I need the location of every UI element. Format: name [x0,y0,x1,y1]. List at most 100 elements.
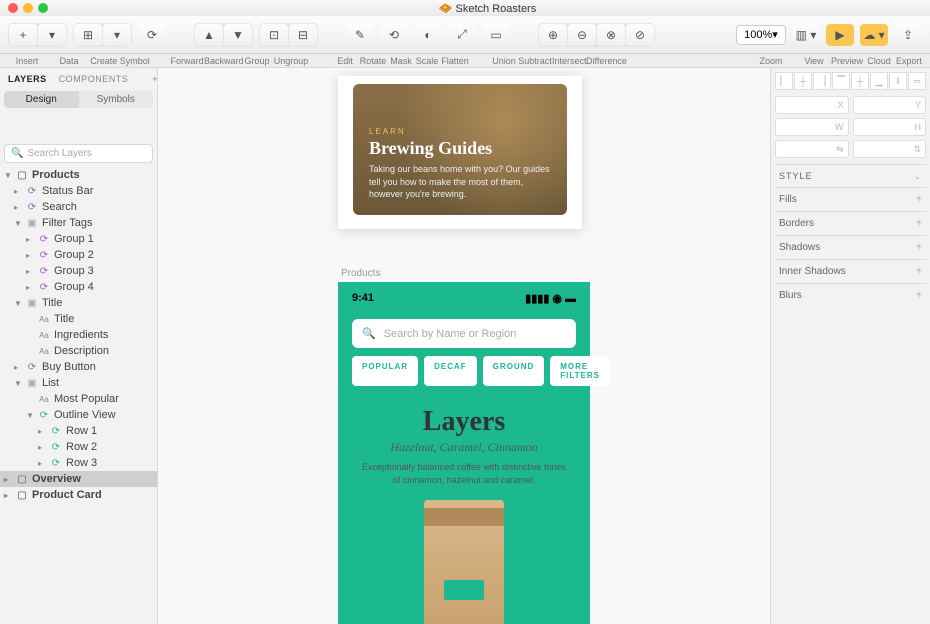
w-field[interactable]: W [775,118,849,136]
add-border-icon[interactable]: + [916,218,922,229]
borders-section[interactable]: Borders+ [775,211,926,235]
scale-button[interactable]: ⤢ [448,24,476,46]
tab-layers[interactable]: LAYERS [8,74,47,84]
tab-components[interactable]: COMPONENTS [59,74,129,84]
mask-button[interactable]: ◐ [414,24,442,46]
search-icon: 🔍 [11,148,23,159]
layer-outline-view[interactable]: ▼⟳Outline View [0,407,157,423]
folder-icon: ▣ [25,377,39,389]
seg-design[interactable]: Design [4,91,79,108]
minimize-window-button[interactable] [23,3,33,13]
align-right-button[interactable]: ▕ [813,72,831,90]
text-icon: Aa [37,313,51,325]
layer-row2[interactable]: ▸⟳Row 2 [0,439,157,455]
align-hcenter-button[interactable]: ┼ [794,72,812,90]
layer-search[interactable]: ▸⟳Search [0,199,157,215]
layer-group3[interactable]: ▸⟳Group 3 [0,263,157,279]
layer-ingredients[interactable]: AaIngredients [0,327,157,343]
layer-overview[interactable]: ▸▢Overview [0,471,157,487]
subtract-button[interactable]: ⊖ [568,24,596,46]
align-left-button[interactable]: ▏ [775,72,793,90]
fills-section[interactable]: Fills+ [775,187,926,211]
insert-dropdown[interactable]: ▾ [38,24,66,46]
symbol-icon: ⟳ [37,281,51,293]
layer-filter-tags[interactable]: ▼▣Filter Tags [0,215,157,231]
data-button[interactable]: ⊞ [74,24,102,46]
intersect-button[interactable]: ⊗ [597,24,625,46]
product-name: Layers [338,406,590,438]
filter-more[interactable]: MORE FILTERS [550,356,610,386]
maximize-window-button[interactable] [38,3,48,13]
preview-button[interactable]: ▶ [826,24,854,46]
flip-h-button[interactable]: ⇋ [775,140,849,158]
ungroup-button[interactable]: ⊟ [289,24,317,46]
layer-description[interactable]: AaDescription [0,343,157,359]
layer-status-bar[interactable]: ▸⟳Status Bar [0,183,157,199]
wifi-icon: ◉ [552,292,562,305]
layer-title-group[interactable]: ▼▣Title [0,295,157,311]
union-button[interactable]: ⊕ [539,24,567,46]
symbol-icon: ⟳ [37,409,51,421]
shadows-section[interactable]: Shadows+ [775,235,926,259]
artboard-products[interactable]: 9:41 ▮▮▮▮ ◉ ▬ 🔍 Search by Name or Region… [338,282,590,624]
artboard-label-products[interactable]: Products [341,268,380,279]
layer-products[interactable]: ▼▢Products [0,167,157,183]
backward-button[interactable]: ▼ [224,24,252,46]
view-button[interactable]: ▥ ▾ [792,24,820,46]
style-section[interactable]: STYLE⌄ [775,164,926,187]
group-button[interactable]: ⊡ [260,24,288,46]
product-image [424,500,504,624]
insert-button[interactable]: + [9,24,37,46]
artboard-card[interactable]: LEARN Brewing Guides Taking our beans ho… [338,76,582,229]
canvas[interactable]: LEARN Brewing Guides Taking our beans ho… [158,68,770,624]
h-field[interactable]: H [853,118,927,136]
symbol-icon: ⟳ [25,201,39,213]
layer-list[interactable]: ▼▣List [0,375,157,391]
rotate-button[interactable]: ⟲ [380,24,408,46]
zoom-field[interactable]: 100% ▾ [736,25,786,45]
close-window-button[interactable] [8,3,18,13]
folder-icon: ▣ [25,297,39,309]
layer-row1[interactable]: ▸⟳Row 1 [0,423,157,439]
difference-button[interactable]: ⊘ [626,24,654,46]
product-search-input[interactable]: 🔍 Search by Name or Region [352,319,576,348]
folder-icon: ▣ [25,217,39,229]
search-icon: 🔍 [362,327,376,340]
inner-shadows-section[interactable]: Inner Shadows+ [775,259,926,283]
align-top-button[interactable]: ▔ [832,72,850,90]
blurs-section[interactable]: Blurs+ [775,283,926,307]
data-dropdown[interactable]: ▾ [103,24,131,46]
layer-group2[interactable]: ▸⟳Group 2 [0,247,157,263]
layer-group1[interactable]: ▸⟳Group 1 [0,231,157,247]
x-field[interactable]: X [775,96,849,114]
seg-symbols[interactable]: Symbols [79,91,154,108]
add-fill-icon[interactable]: + [916,194,922,205]
add-inner-shadow-icon[interactable]: + [916,266,922,277]
layer-row3[interactable]: ▸⟳Row 3 [0,455,157,471]
y-field[interactable]: Y [853,96,927,114]
distribute-v-button[interactable]: ═ [908,72,926,90]
align-bottom-button[interactable]: ▁ [870,72,888,90]
layer-title-text[interactable]: AaTitle [0,311,157,327]
forward-button[interactable]: ▲ [195,24,223,46]
flatten-button[interactable]: ▭ [482,24,510,46]
create-symbol-button[interactable]: ⟳ [138,24,166,46]
export-button[interactable]: ⇪ [894,24,922,46]
layer-product-card[interactable]: ▸▢Product Card [0,487,157,503]
align-vcenter-button[interactable]: ┼ [851,72,869,90]
edit-button[interactable]: ✎ [346,24,374,46]
filter-ground[interactable]: GROUND [483,356,545,386]
add-shadow-icon[interactable]: + [916,242,922,253]
search-layers-input[interactable]: 🔍 Search Layers [4,144,153,163]
filter-decaf[interactable]: DECAF [424,356,477,386]
filter-popular[interactable]: POPULAR [352,356,418,386]
cloud-button[interactable]: ☁ ▾ [860,24,888,46]
flip-v-button[interactable]: ⇅ [853,140,927,158]
layer-group4[interactable]: ▸⟳Group 4 [0,279,157,295]
text-icon: Aa [37,345,51,357]
artboard-icon: ▢ [15,489,29,501]
add-blur-icon[interactable]: + [916,290,922,301]
layer-buy-button[interactable]: ▸⟳Buy Button [0,359,157,375]
distribute-h-button[interactable]: ‖ [889,72,907,90]
layer-most-popular[interactable]: AaMost Popular [0,391,157,407]
